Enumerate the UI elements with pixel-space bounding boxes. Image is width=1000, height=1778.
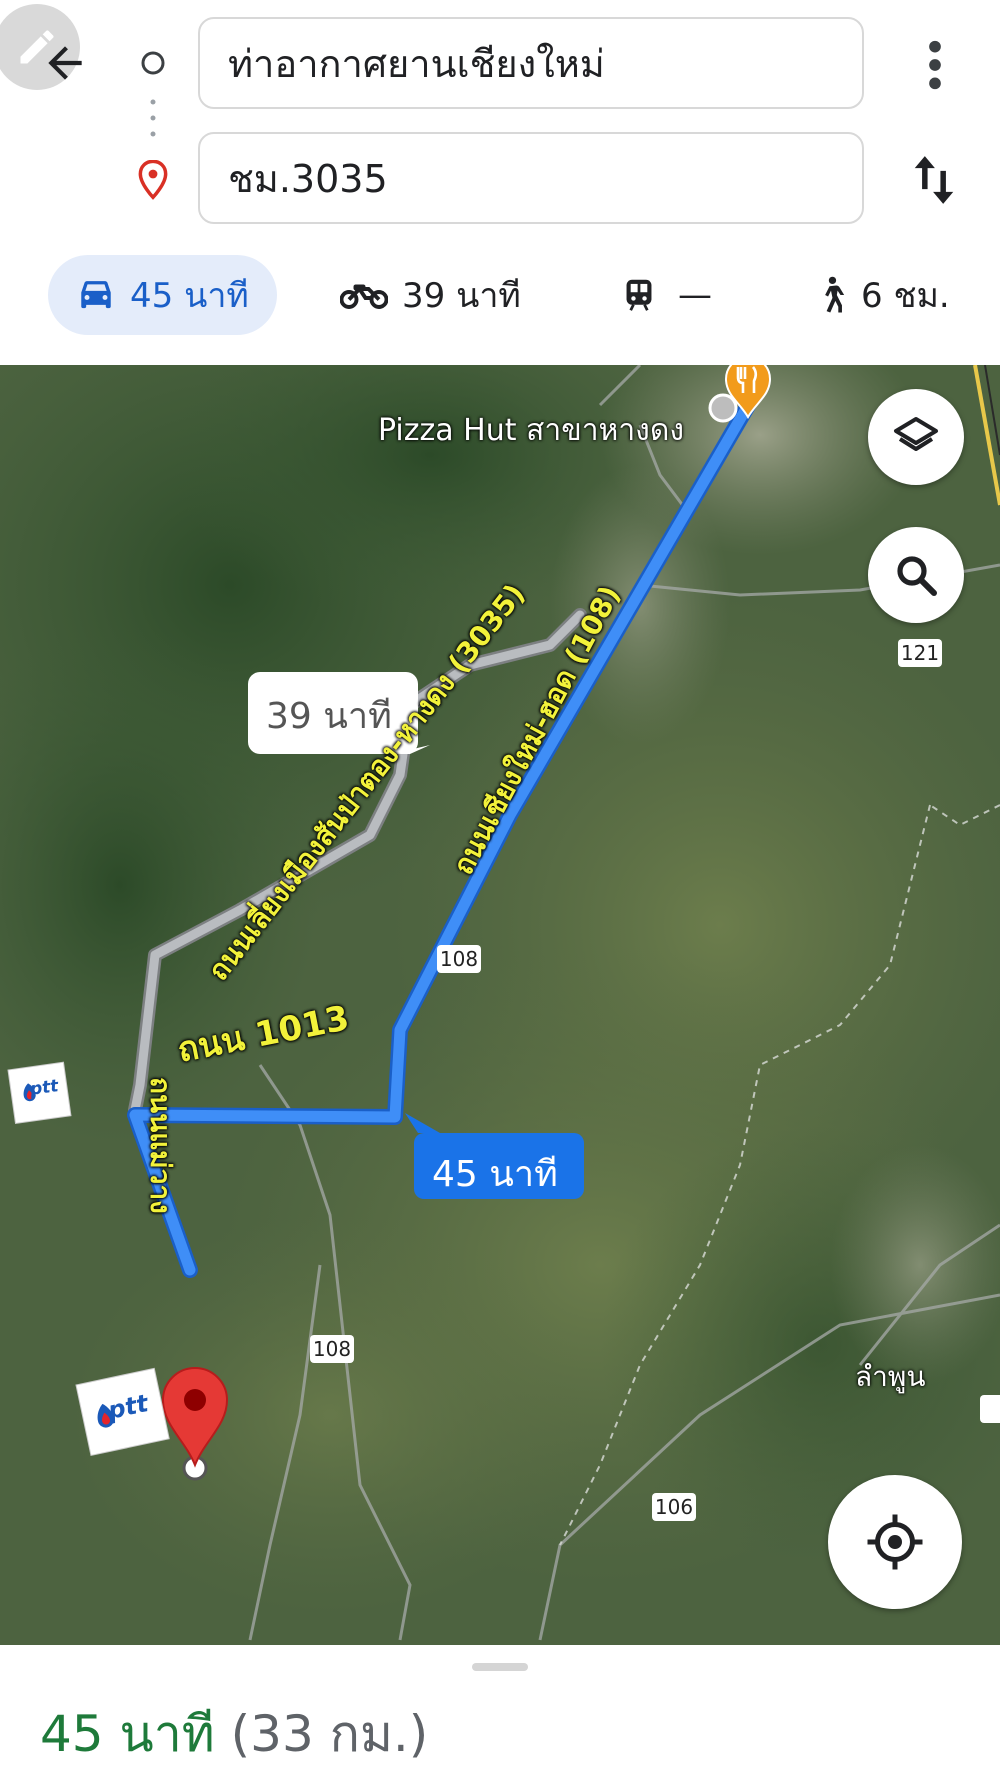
poi-label[interactable]: Pizza Hut สาขาหางดง — [378, 407, 684, 454]
road-shield-121: 121 — [900, 641, 940, 665]
ptt-text-1: ptt — [28, 1076, 60, 1100]
tab-walking[interactable]: 6 ชม. — [815, 255, 950, 335]
road-label-left: ถนนแม่วาง — [144, 1077, 177, 1214]
route-dots-icon — [150, 99, 156, 137]
map-view[interactable]: Pizza Hut สาขาหางดง 39 นาที 45 นาที ถนนเ… — [0, 365, 1000, 1645]
road-shield-108-a: 108 — [439, 947, 479, 971]
main-route-time-label[interactable]: 45 นาที — [432, 1145, 558, 1202]
swap-icon[interactable] — [912, 152, 956, 208]
destination-value: ชม.3035 — [228, 156, 388, 201]
map-canvas — [0, 365, 1000, 1645]
destination-input[interactable]: ชม.3035 — [198, 132, 864, 224]
origin-input[interactable]: ท่าอากาศยานเชียงใหม่ — [198, 17, 864, 109]
layers-icon — [894, 417, 938, 451]
town-label-lamphun: ลำพูน — [855, 1360, 926, 1393]
tab-walking-label: 6 ชม. — [861, 276, 950, 316]
road-shield-106: 106 — [654, 1495, 694, 1519]
tab-driving-label: 45 นาที — [130, 276, 249, 316]
origin-value: ท่าอากาศยานเชียงใหม่ — [228, 41, 605, 86]
tab-driving[interactable]: 45 นาที — [48, 255, 277, 335]
route-summary-sheet[interactable]: 45 นาที (33 กม.) — [0, 1645, 1000, 1778]
crosshair-icon — [867, 1514, 923, 1570]
walking-icon — [825, 276, 845, 313]
directions-header: ท่าอากาศยานเชียงใหม่ ชม.3035 45 นาที 39 … — [0, 0, 1000, 365]
car-icon — [81, 281, 111, 309]
route-summary: 45 นาที (33 กม.) — [40, 1695, 428, 1774]
search-button[interactable] — [868, 527, 964, 623]
origin-circle-icon — [141, 51, 165, 75]
route-duration: 45 นาที — [40, 1705, 215, 1763]
more-vert-icon[interactable] — [915, 40, 955, 90]
tab-motorcycle[interactable]: 39 นาที — [340, 255, 521, 335]
search-icon — [897, 556, 937, 596]
motorcycle-icon — [340, 284, 388, 309]
tab-transit-label: — — [678, 275, 712, 315]
road-shield-108-b: 108 — [312, 1337, 352, 1361]
transit-icon — [626, 279, 652, 311]
drag-handle[interactable] — [472, 1663, 528, 1671]
back-arrow-icon[interactable] — [40, 38, 90, 88]
route-distance: (33 กม.) — [230, 1705, 429, 1763]
origin-marker — [708, 393, 738, 423]
travel-mode-tabs: 45 นาที 39 นาที — 6 ชม. — [0, 255, 1000, 335]
tab-motorcycle-label: 39 นาที — [402, 276, 521, 316]
destination-pin-icon — [138, 160, 168, 200]
my-location-button[interactable] — [828, 1475, 962, 1609]
tab-transit[interactable]: — — [622, 255, 712, 335]
layers-button[interactable] — [868, 389, 964, 485]
alt-route-time-label[interactable]: 39 นาที — [266, 687, 392, 744]
